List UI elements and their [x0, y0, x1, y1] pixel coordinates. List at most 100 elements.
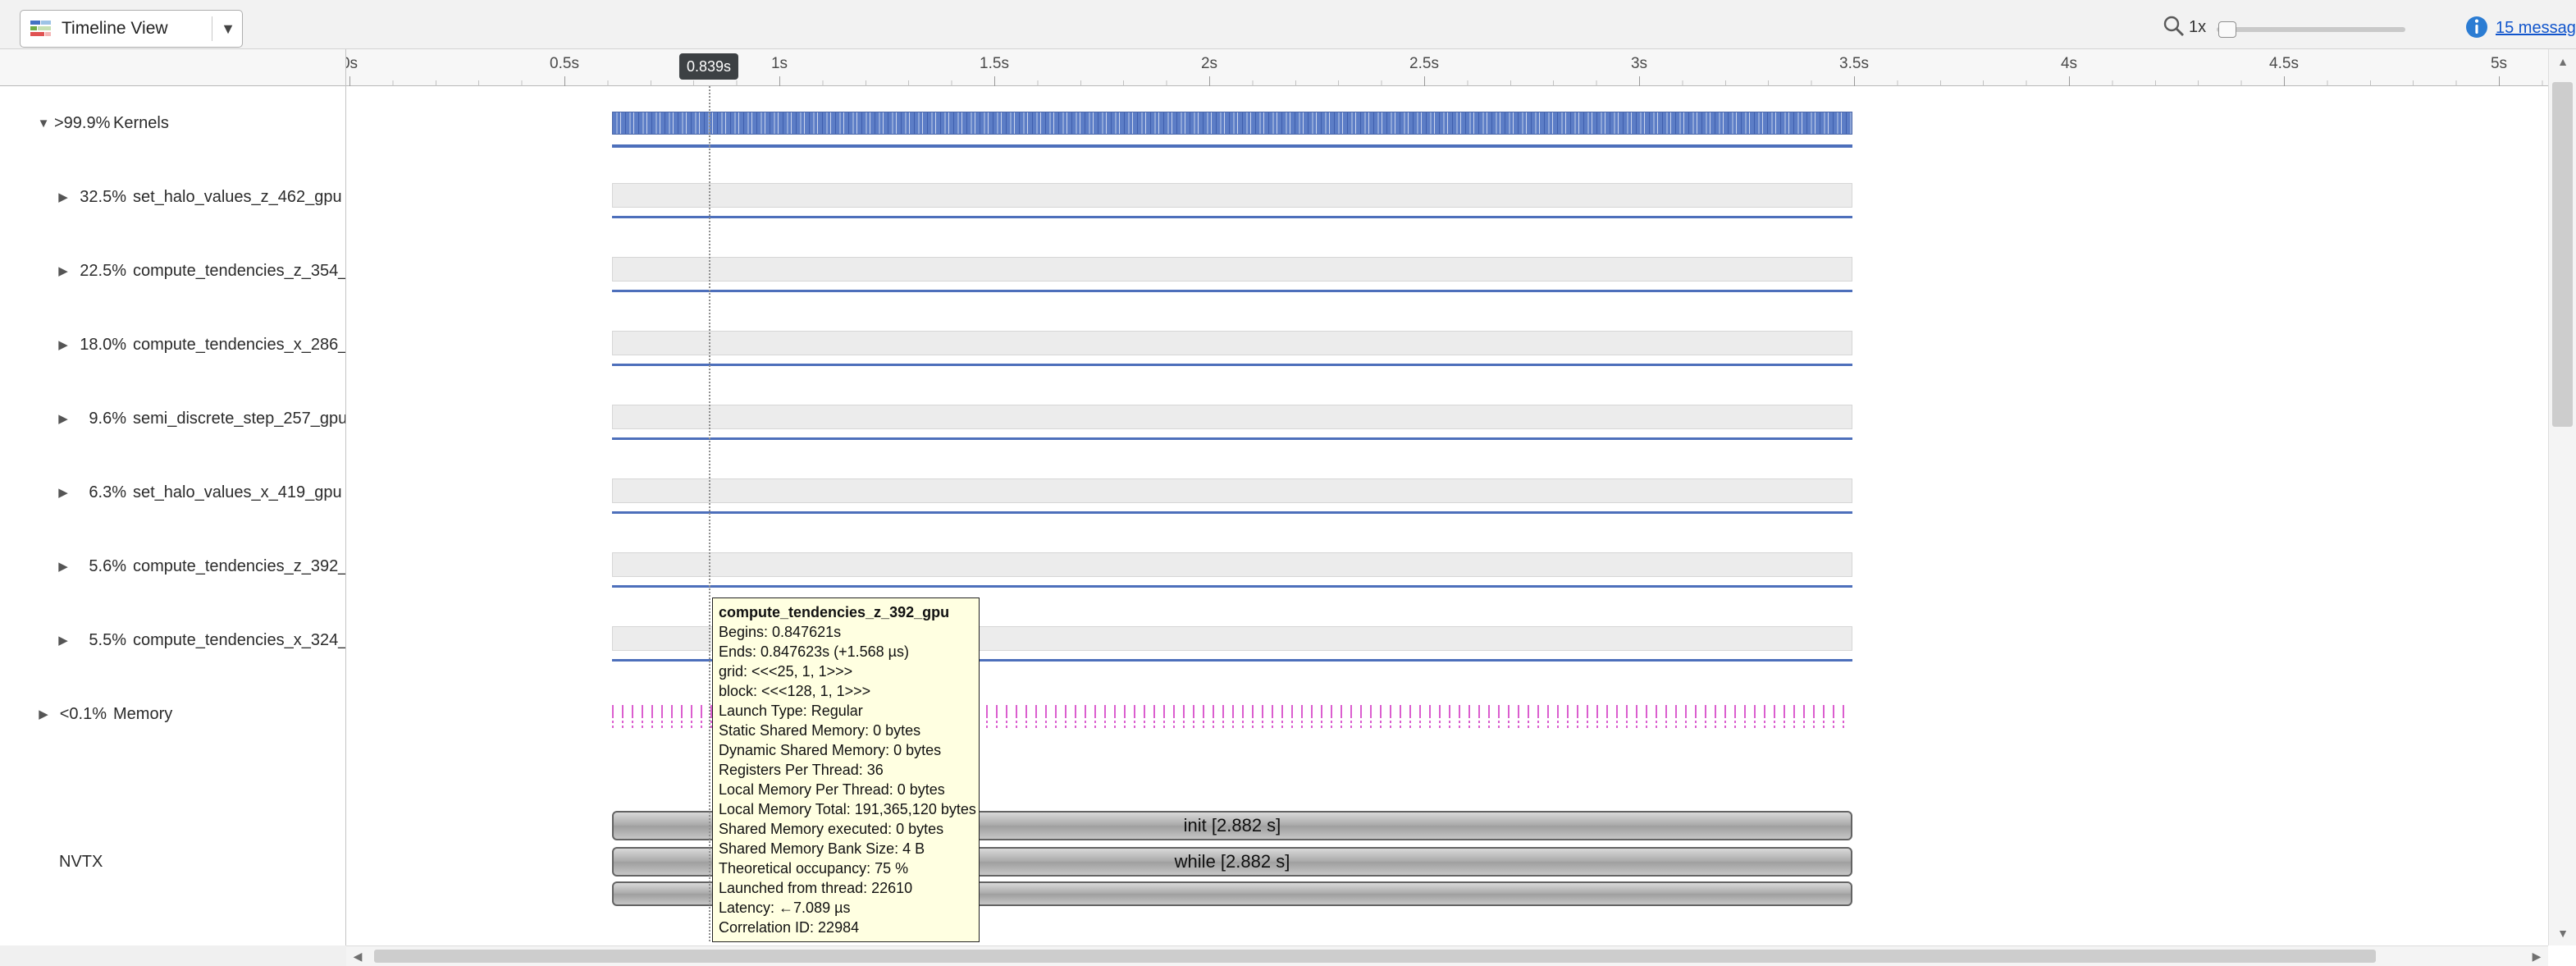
kernel-range-bar[interactable]	[612, 257, 1852, 282]
vertical-scrollbar-thumb[interactable]	[2552, 82, 2573, 427]
sidebar-item-compute-tendencies-z-354[interactable]: ▶ 22.5% compute_tendencies_z_354_gpu	[0, 234, 346, 308]
tooltip-line: Launch Type: Regular	[719, 701, 973, 721]
cursor-time-badge: 0.839s	[679, 53, 738, 80]
row-name: compute_tendencies_x_286_gpu	[133, 336, 375, 355]
kernel-range-bar[interactable]	[612, 331, 1852, 355]
chevron-collapsed-icon[interactable]: ▶	[53, 411, 74, 426]
tick-label: 2s	[1201, 55, 1217, 73]
tick-label: 1s	[771, 55, 788, 73]
row-percent: 22.5%	[74, 262, 126, 281]
messages-link[interactable]: 15 messages	[2496, 19, 2576, 38]
kernel-range-bar[interactable]	[612, 478, 1852, 503]
kernels-coverage-line	[612, 144, 1852, 148]
ruler-minor-ticks	[349, 80, 2548, 86]
time-ruler[interactable]: 0s 0.5s 1s 1.5s 2s 2.5s 3s 3.5s 4s 4.5s …	[0, 49, 2576, 86]
tick-label: 2.5s	[1409, 55, 1439, 73]
row-percent: 5.5%	[74, 631, 126, 650]
tooltip-line: Local Memory Total: 191,365,120 bytes	[719, 799, 973, 819]
tick-mark	[564, 76, 565, 86]
chevron-collapsed-icon[interactable]: ▶	[53, 263, 74, 278]
tick-label: 3.5s	[1839, 55, 1869, 73]
tooltip-line: Theoretical occupancy: 75 %	[719, 858, 973, 878]
tick-mark	[994, 76, 995, 86]
tooltip-line: Correlation ID: 22984	[719, 918, 973, 937]
chevron-down-icon[interactable]: ▼	[214, 21, 242, 38]
zoom-slider[interactable]	[2217, 27, 2405, 32]
tick-label: 5s	[2491, 55, 2507, 73]
sidebar-item-set-halo-values-z[interactable]: ▶ 32.5% set_halo_values_z_462_gpu	[0, 160, 346, 234]
scroll-up-arrow-icon[interactable]: ▲	[2549, 49, 2576, 74]
zoom-level-label: 1x	[2189, 18, 2206, 37]
kernel-range-bar[interactable]	[612, 183, 1852, 208]
scroll-down-arrow-icon[interactable]: ▼	[2549, 921, 2576, 945]
tick-label: 1.5s	[980, 55, 1009, 73]
row-percent: 18.0%	[74, 336, 126, 355]
nvtx-range-label: while [2.882 s]	[1175, 851, 1290, 872]
chevron-collapsed-icon[interactable]: ▶	[33, 707, 54, 721]
kernel-coverage-line	[612, 511, 1852, 514]
zoom-magnifier-icon	[2161, 13, 2185, 38]
row-percent: >99.9%	[54, 114, 107, 133]
sidebar-item-compute-tendencies-x-324[interactable]: ▶ 5.5% compute_tendencies_x_324_gpu	[0, 603, 346, 677]
vertical-scrollbar[interactable]: ▲ ▼	[2548, 49, 2576, 945]
timeline-row-tree: ▼ >99.9% Kernels ▶ 32.5% set_halo_values…	[0, 86, 346, 945]
row-percent: 9.6%	[74, 410, 126, 428]
scroll-left-arrow-icon[interactable]: ◀	[346, 946, 369, 966]
tick-label: 4s	[2061, 55, 2077, 73]
row-percent: 32.5%	[74, 188, 126, 207]
info-icon[interactable]	[2464, 15, 2489, 39]
tooltip-line: Begins: 0.847621s	[719, 622, 973, 642]
sidebar-item-compute-tendencies-x-286[interactable]: ▶ 18.0% compute_tendencies_x_286_gpu	[0, 308, 346, 382]
tick-mark	[349, 76, 350, 86]
row-name: Memory	[113, 705, 172, 724]
sidebar-item-compute-tendencies-z-392[interactable]: ▶ 5.6% compute_tendencies_z_392_gpu	[0, 529, 346, 603]
kernel-range-bar[interactable]	[612, 405, 1852, 429]
view-selector-dropdown[interactable]: Timeline View ▼	[20, 10, 243, 48]
tick-mark	[2499, 76, 2500, 86]
tick-mark	[1424, 76, 1425, 86]
tooltip-title: compute_tendencies_z_392_gpu	[719, 602, 973, 622]
chevron-collapsed-icon[interactable]: ▶	[53, 337, 74, 352]
chevron-collapsed-icon[interactable]: ▶	[53, 190, 74, 204]
horizontal-scrollbar[interactable]: ◀ ▶	[346, 945, 2548, 966]
tick-mark	[2284, 76, 2285, 86]
kernels-summary-bar[interactable]	[612, 112, 1852, 135]
sidebar-item-semi-discrete-step[interactable]: ▶ 9.6% semi_discrete_step_257_gpu	[0, 382, 346, 456]
chevron-collapsed-icon[interactable]: ▶	[53, 633, 74, 648]
sidebar-item-nvtx[interactable]: NVTX	[0, 841, 346, 882]
top-toolbar: Timeline View ▼ 1x 15 messages	[0, 0, 2576, 49]
tooltip-line: Dynamic Shared Memory: 0 bytes	[719, 740, 973, 760]
tick-label: 4.5s	[2269, 55, 2299, 73]
row-percent: 6.3%	[74, 483, 126, 502]
pane-divider[interactable]	[345, 49, 346, 945]
tick-label: 0s	[346, 55, 358, 73]
tooltip-line: Ends: 0.847623s (+1.568 µs)	[719, 642, 973, 662]
row-name: Kernels	[113, 114, 169, 133]
horizontal-scrollbar-thumb[interactable]	[374, 950, 2376, 963]
zoom-slider-thumb[interactable]	[2218, 21, 2236, 38]
tick-mark	[1854, 76, 1855, 86]
row-percent: <0.1%	[54, 705, 107, 724]
tooltip-line: Latency: ←7.089 µs	[719, 898, 973, 918]
tooltip-line: Shared Memory executed: 0 bytes	[719, 819, 973, 839]
row-name: compute_tendencies_x_324_gpu	[133, 631, 375, 650]
row-percent: 5.6%	[74, 557, 126, 576]
chevron-collapsed-icon[interactable]: ▶	[53, 559, 74, 574]
scroll-right-arrow-icon[interactable]: ▶	[2525, 946, 2548, 966]
sidebar-item-memory[interactable]: ▶ <0.1% Memory	[0, 677, 346, 751]
tooltip-line: Shared Memory Bank Size: 4 B	[719, 839, 973, 858]
row-name: semi_discrete_step_257_gpu	[133, 410, 347, 428]
sidebar-item-kernels[interactable]: ▼ >99.9% Kernels	[0, 86, 346, 160]
timeline-view-icon	[29, 16, 53, 41]
timeline-canvas[interactable]: init [2.882 s] while [2.882 s] compute_t…	[346, 86, 2548, 945]
kernel-range-bar[interactable]	[612, 552, 1852, 577]
row-name: NVTX	[59, 853, 103, 872]
nvtx-range-label: init [2.882 s]	[1184, 815, 1281, 836]
tick-mark	[779, 76, 780, 86]
ruler-scale: 0s 0.5s 1s 1.5s 2s 2.5s 3s 3.5s 4s 4.5s …	[346, 49, 2548, 86]
chevron-expanded-icon[interactable]: ▼	[33, 117, 54, 130]
kernel-coverage-line	[612, 290, 1852, 292]
chevron-collapsed-icon[interactable]: ▶	[53, 485, 74, 500]
tick-mark	[1209, 76, 1210, 86]
sidebar-item-set-halo-values-x[interactable]: ▶ 6.3% set_halo_values_x_419_gpu	[0, 456, 346, 529]
